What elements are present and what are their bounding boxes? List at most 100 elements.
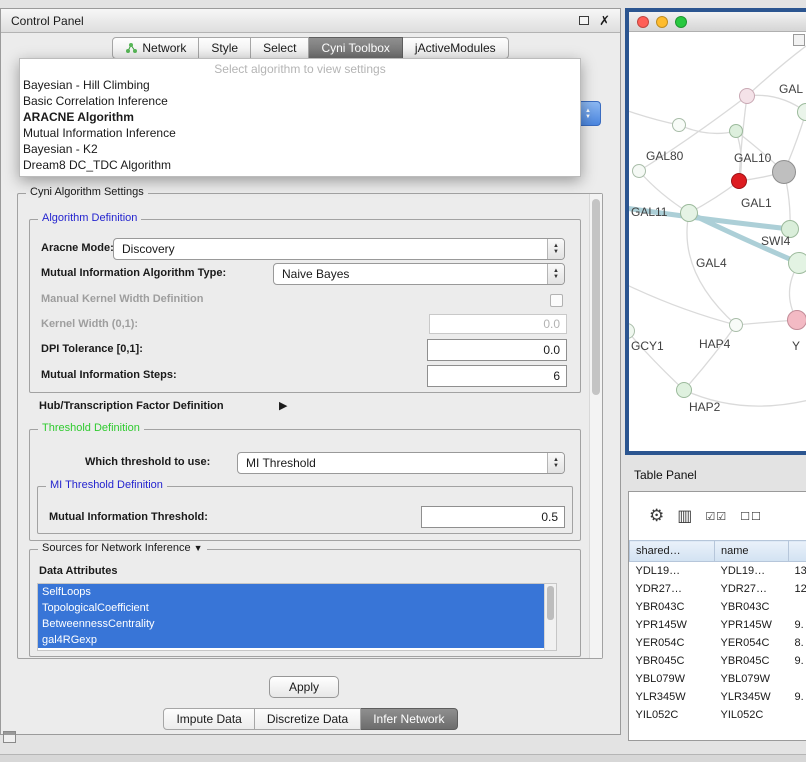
table-row[interactable]: YBR045CYBR045C9. xyxy=(630,652,806,670)
table-cell[interactable] xyxy=(789,670,806,688)
menu-item[interactable]: Dream8 DC_TDC Algorithm xyxy=(20,157,580,173)
table-cell[interactable]: 12 xyxy=(789,580,806,598)
mi-steps-input[interactable]: 6 xyxy=(427,365,567,387)
network-edge[interactable] xyxy=(679,125,736,133)
close-traffic-light[interactable] xyxy=(637,16,649,28)
float-panel-icon[interactable] xyxy=(3,731,16,743)
tab-impute-data[interactable]: Impute Data xyxy=(163,708,254,730)
network-node[interactable] xyxy=(632,164,646,178)
network-canvas[interactable]: GAL80GAL10GAL11GAL1SWI4GAL4GCY1HAP4HAP2G… xyxy=(629,32,806,451)
table-cell[interactable]: YBR043C xyxy=(715,598,789,616)
network-node[interactable] xyxy=(788,252,806,274)
table-cell[interactable]: YDR27… xyxy=(630,580,715,598)
table-cell[interactable]: 9. xyxy=(789,616,806,634)
table-cell[interactable]: 9. xyxy=(789,652,806,670)
table-cell[interactable]: 9. xyxy=(789,688,806,706)
menu-item[interactable]: Mutual Information Inference xyxy=(20,125,580,141)
table-row[interactable]: YIL052CYIL052C xyxy=(630,706,806,724)
network-node[interactable] xyxy=(672,118,686,132)
list-scrollbar[interactable] xyxy=(544,584,556,650)
tab-style[interactable]: Style xyxy=(199,37,251,59)
tab-discretize-data[interactable]: Discretize Data xyxy=(255,708,361,730)
network-node[interactable] xyxy=(680,204,698,222)
network-node[interactable] xyxy=(772,160,796,184)
list-item[interactable]: SelfLoops xyxy=(38,584,544,600)
table-cell[interactable]: YIL052C xyxy=(715,706,789,724)
table-cell[interactable] xyxy=(789,598,806,616)
table-cell[interactable]: YBL079W xyxy=(630,670,715,688)
menu-item[interactable]: Bayesian - K2 xyxy=(20,141,580,157)
table-row[interactable]: YLR345WYLR345W9. xyxy=(630,688,806,706)
table-row[interactable]: YPR145WYPR145W9. xyxy=(630,616,806,634)
table-cell[interactable]: YBR045C xyxy=(630,652,715,670)
table-row[interactable]: YBR043CYBR043C xyxy=(630,598,806,616)
mi-threshold-input[interactable]: 0.5 xyxy=(421,506,565,528)
close-icon[interactable]: ✗ xyxy=(599,15,610,27)
column-header[interactable]: shared… xyxy=(630,541,715,562)
menu-item[interactable]: Bayesian - Hill Climbing xyxy=(20,77,580,93)
network-node[interactable] xyxy=(676,382,692,398)
mi-type-select[interactable]: Naive Bayes ▲▼ xyxy=(273,263,565,285)
menu-item-selected[interactable]: ARACNE Algorithm xyxy=(20,109,580,125)
list-item[interactable]: BetweennessCentrality xyxy=(38,616,544,632)
tab-network[interactable]: Network xyxy=(112,37,199,59)
columns-icon[interactable]: ▥ xyxy=(677,506,692,526)
select-all-icon[interactable]: ☑☑ xyxy=(705,510,727,523)
table-cell[interactable]: YIL052C xyxy=(630,706,715,724)
collapse-arrow-icon[interactable]: ▼ xyxy=(194,543,203,553)
column-header[interactable] xyxy=(789,541,806,562)
deselect-all-icon[interactable]: ☐☐ xyxy=(740,510,762,523)
tab-infer-network[interactable]: Infer Network xyxy=(361,708,457,730)
table-cell[interactable]: YLR345W xyxy=(715,688,789,706)
network-node[interactable] xyxy=(731,173,747,189)
list-item[interactable]: TopologicalCoefficient xyxy=(38,600,544,616)
hub-factor-section[interactable]: Hub/Transcription Factor Definition ▶ xyxy=(39,400,224,412)
table-cell[interactable]: YPR145W xyxy=(715,616,789,634)
table-cell[interactable]: YER054C xyxy=(630,634,715,652)
float-window-icon[interactable] xyxy=(579,16,589,25)
network-node-label: GAL4 xyxy=(696,256,727,270)
menu-item[interactable]: Basic Correlation Inference xyxy=(20,93,580,109)
table-cell[interactable]: YPR145W xyxy=(630,616,715,634)
table-cell[interactable]: YER054C xyxy=(715,634,789,652)
network-node[interactable] xyxy=(729,124,743,138)
table-row[interactable]: YBL079WYBL079W xyxy=(630,670,806,688)
table-row[interactable]: YDR27…YDR27…12 xyxy=(630,580,806,598)
combo-stepper-icon: ▲▼ xyxy=(547,264,564,284)
table-cell[interactable]: YDR27… xyxy=(715,580,789,598)
gear-icon[interactable]: ⚙ xyxy=(649,506,664,526)
table-cell[interactable]: YDL19… xyxy=(630,562,715,580)
table-cell[interactable]: 8. xyxy=(789,634,806,652)
network-node[interactable] xyxy=(787,310,806,330)
list-item[interactable]: gal4RGexp xyxy=(38,632,544,648)
table-cell[interactable]: YDL19… xyxy=(715,562,789,580)
kernel-width-input[interactable]: 0.0 xyxy=(429,314,567,334)
dpi-tolerance-input[interactable]: 0.0 xyxy=(427,339,567,361)
table-row[interactable]: YDL19…YDL19…13 xyxy=(630,562,806,580)
scrollbar-button[interactable] xyxy=(793,34,805,46)
network-node[interactable] xyxy=(739,88,755,104)
aracne-mode-select[interactable]: Discovery ▲▼ xyxy=(113,238,565,260)
table-row[interactable]: YER054CYER054C8. xyxy=(630,634,806,652)
which-threshold-select[interactable]: MI Threshold ▲▼ xyxy=(237,452,565,474)
tab-jactivemodules[interactable]: jActiveModules xyxy=(403,37,509,59)
list-scrollbar-thumb[interactable] xyxy=(547,586,554,620)
table-cell[interactable]: YLR345W xyxy=(630,688,715,706)
table-cell[interactable] xyxy=(789,706,806,724)
table-cell[interactable]: 13 xyxy=(789,562,806,580)
settings-scrollbar-thumb[interactable] xyxy=(592,199,600,395)
table-cell[interactable]: YBR045C xyxy=(715,652,789,670)
zoom-traffic-light[interactable] xyxy=(675,16,687,28)
expand-arrow-icon[interactable]: ▶ xyxy=(279,399,287,412)
column-header[interactable]: name xyxy=(715,541,789,562)
table-cell[interactable]: YBL079W xyxy=(715,670,789,688)
network-edge[interactable] xyxy=(684,325,736,390)
minimize-traffic-light[interactable] xyxy=(656,16,668,28)
tab-select[interactable]: Select xyxy=(251,37,309,59)
manual-kernel-checkbox[interactable] xyxy=(550,294,563,307)
network-node[interactable] xyxy=(729,318,743,332)
table-cell[interactable]: YBR043C xyxy=(630,598,715,616)
tab-cyni-toolbox[interactable]: Cyni Toolbox xyxy=(309,37,402,59)
apply-button[interactable]: Apply xyxy=(269,676,339,698)
network-edge[interactable] xyxy=(629,284,736,325)
